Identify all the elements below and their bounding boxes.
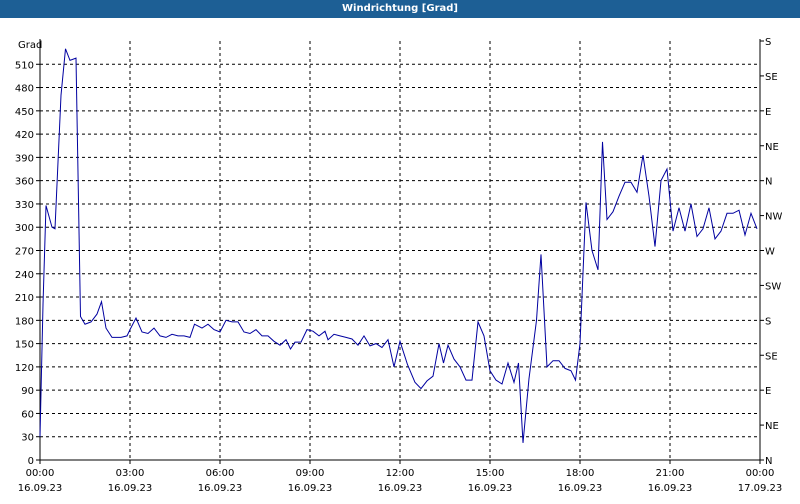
y-tick-label: 150 <box>15 340 34 351</box>
x-tick-time-label: 18:00 <box>566 468 595 479</box>
y-tick-label: 210 <box>15 293 34 304</box>
x-tick-time-label: 00:00 <box>746 468 775 479</box>
right-tick-label: S <box>765 316 771 327</box>
right-tick-label: W <box>765 247 775 258</box>
data-series <box>40 49 757 443</box>
y-tick-label: 120 <box>15 363 34 374</box>
y-tick-label: 180 <box>15 316 34 327</box>
x-tick-date-label: 16.09.23 <box>648 483 693 494</box>
x-tick-date-label: 16.09.23 <box>468 483 513 494</box>
series-line <box>40 49 757 443</box>
y-tick-label: 240 <box>15 270 34 281</box>
y-tick-label: 0 <box>28 456 34 467</box>
x-tick-date-label: 16.09.23 <box>378 483 423 494</box>
wind-direction-chart: 0 30 60 90 120 150 180 210 240 270 300 330 360 390 420… <box>0 18 800 500</box>
x-tick-time-label: 09:00 <box>296 468 325 479</box>
right-tick-label: N <box>765 177 772 188</box>
y-tick-label: 300 <box>15 223 34 234</box>
y-axis-label: Grad <box>18 40 42 51</box>
y-tick-label: 480 <box>15 84 34 95</box>
right-tick-label: SE <box>765 72 778 83</box>
x-tick-time-label: 00:00 <box>26 468 55 479</box>
chart-title-bar: Windrichtung [Grad] <box>0 0 800 18</box>
y-tick-label: 510 <box>15 60 34 71</box>
y-tick-label: 390 <box>15 153 34 164</box>
y-tick-label: 60 <box>21 409 34 420</box>
right-tick-label: E <box>765 107 771 118</box>
y-axis-ticks: 0 30 60 90 120 150 180 210 240 270 300 330 360 390 420… <box>15 60 40 467</box>
right-tick-label: NE <box>765 421 779 432</box>
x-tick-date-label: 16.09.23 <box>198 483 243 494</box>
x-tick-time-label: 03:00 <box>116 468 145 479</box>
y-tick-label: 450 <box>15 107 34 118</box>
right-tick-label: N <box>765 456 772 467</box>
y-tick-label: 90 <box>21 386 34 397</box>
right-tick-label: E <box>765 386 771 397</box>
x-tick-time-label: 15:00 <box>476 468 505 479</box>
y-tick-label: 30 <box>21 433 34 444</box>
x-tick-date-label: 16.09.23 <box>18 483 63 494</box>
x-tick-date-label: 16.09.23 <box>558 483 603 494</box>
x-tick-date-label: 16.09.23 <box>108 483 153 494</box>
right-tick-label: NW <box>765 212 782 223</box>
right-tick-label: NE <box>765 142 779 153</box>
x-tick-date-label: 16.09.23 <box>288 483 333 494</box>
x-tick-time-label: 06:00 <box>206 468 235 479</box>
y-tick-label: 360 <box>15 177 34 188</box>
x-tick-date-label: 17.09.23 <box>738 483 783 494</box>
x-tick-time-label: 21:00 <box>656 468 685 479</box>
right-axis-ticks: N NE E SE S SW W NW N NE E SE S <box>760 37 782 467</box>
chart-area: 0 30 60 90 120 150 180 210 240 270 300 330 360 390 420… <box>0 18 800 500</box>
right-tick-label: SE <box>765 351 778 362</box>
right-tick-label: SW <box>765 281 781 292</box>
grid-lines <box>40 41 760 460</box>
chart-title: Windrichtung [Grad] <box>342 3 458 14</box>
x-tick-time-label: 12:00 <box>386 468 415 479</box>
y-tick-label: 270 <box>15 247 34 258</box>
right-tick-label: S <box>765 37 771 48</box>
y-tick-label: 330 <box>15 200 34 211</box>
y-tick-label: 420 <box>15 130 34 141</box>
x-axis-ticks: 00:00 16.09.23 03:00 16.09.23 06:00 16.09.23 0… <box>18 460 783 494</box>
